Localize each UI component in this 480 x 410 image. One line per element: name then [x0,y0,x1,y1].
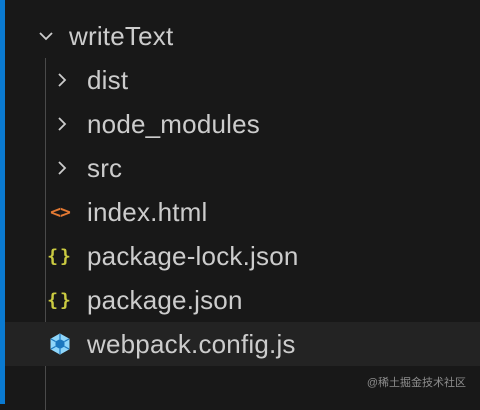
webpack-cube-icon [47,333,73,355]
folder-item-src[interactable]: src [5,146,480,190]
chevron-down-icon [35,25,57,47]
chevron-right-icon [51,113,73,135]
folder-item-dist[interactable]: dist [5,58,480,102]
file-label: package.json [87,284,243,315]
file-item-webpack-config-js[interactable]: webpack.config.js [5,322,480,366]
file-label: index.html [87,196,208,227]
file-item-index-html[interactable]: <> index.html [5,190,480,234]
folder-label: writeText [69,20,174,51]
file-label: webpack.config.js [87,328,296,359]
json-file-icon: {} [47,245,73,267]
folder-label: src [87,152,123,183]
folder-label: node_modules [87,108,260,139]
folder-item-writetext[interactable]: writeText [5,14,480,58]
file-label: package-lock.json [87,240,299,271]
chevron-right-icon [51,69,73,91]
file-item-package-lock-json[interactable]: {} package-lock.json [5,234,480,278]
watermark-text: @稀土掘金技术社区 [366,377,466,389]
folder-item-node-modules[interactable]: node_modules [5,102,480,146]
file-item-package-json[interactable]: {} package.json [5,278,480,322]
html-file-icon: <> [50,201,71,223]
chevron-right-icon [51,157,73,179]
file-explorer-tree: writeText dist node_modules src <> index… [5,14,480,410]
json-file-icon: {} [47,289,73,311]
folder-label: dist [87,64,129,95]
